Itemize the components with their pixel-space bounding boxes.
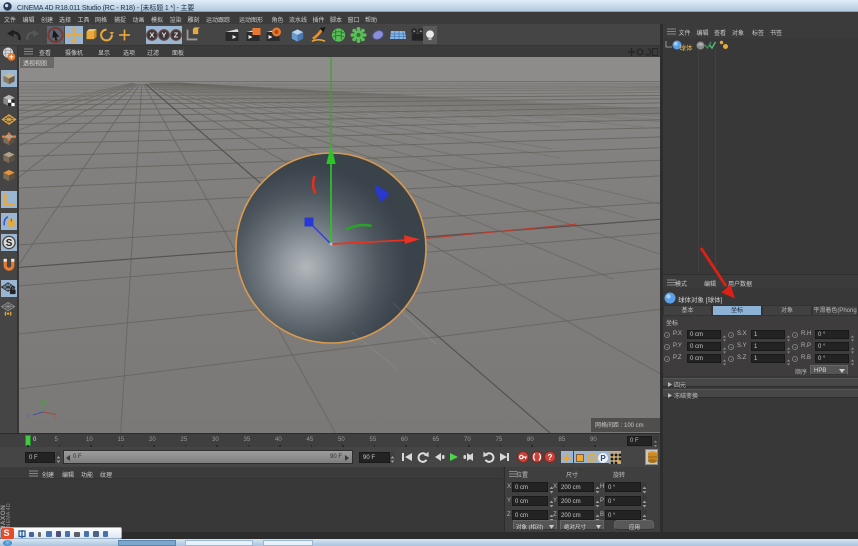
svg-text:Z: Z <box>174 31 179 40</box>
svg-text:Y: Y <box>162 31 167 40</box>
svg-text:透视视图: 透视视图 <box>23 60 47 68</box>
svg-text:X: X <box>53 416 57 422</box>
svg-text:P: P <box>600 454 606 463</box>
svg-text:Y: Y <box>45 400 49 406</box>
svg-text:X: X <box>150 31 155 40</box>
svg-text:?: ? <box>548 453 553 462</box>
svg-text:S: S <box>6 238 13 249</box>
svg-text:网格间距 : 100 cm: 网格间距 : 100 cm <box>595 421 644 429</box>
